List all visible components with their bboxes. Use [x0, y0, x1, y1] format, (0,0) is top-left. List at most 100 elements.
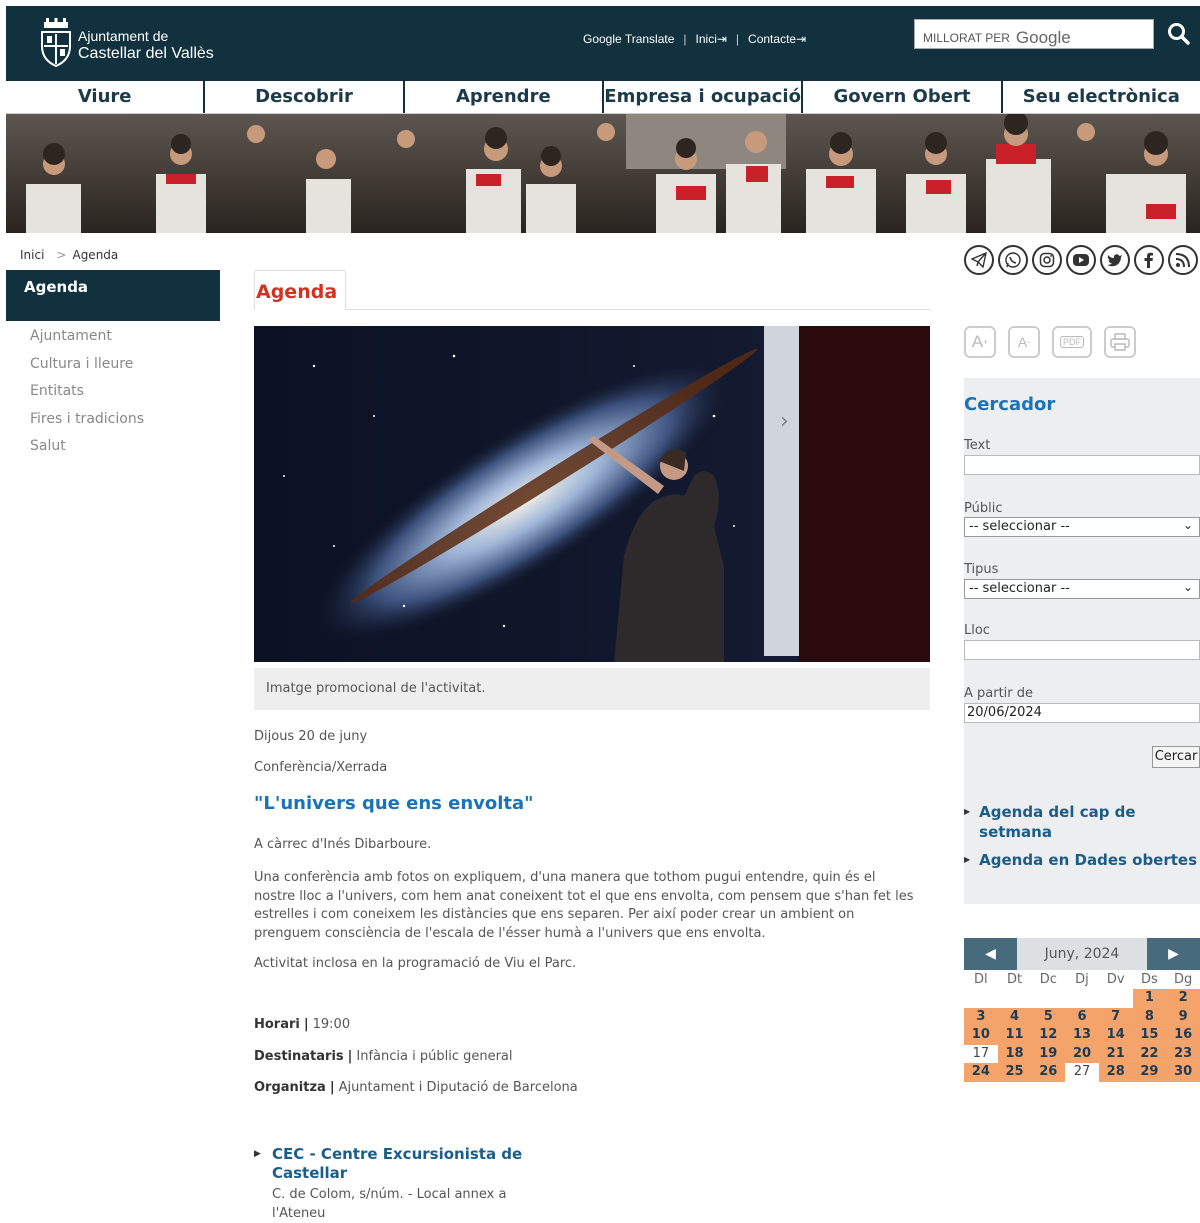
search-button[interactable]: Cercar — [1152, 746, 1200, 768]
calendar-weekday: Dv — [1106, 972, 1125, 987]
calendar-day[interactable]: 23 — [1166, 1044, 1200, 1063]
type-select-value: -- seleccionar -- — [969, 581, 1070, 596]
nav-item-viure[interactable]: Viure — [6, 81, 203, 113]
calendar-day[interactable]: 11 — [997, 1026, 1032, 1045]
double-arrow-icon: ⇥ — [716, 32, 727, 46]
separator: | — [735, 32, 740, 46]
print-icon — [1110, 333, 1130, 351]
calendar-day[interactable]: 13 — [1065, 1026, 1099, 1045]
calendar-day[interactable]: 19 — [1031, 1044, 1066, 1063]
calendar-weekday: Dc — [1039, 972, 1057, 987]
calendar-day[interactable]: 18 — [997, 1044, 1032, 1063]
event-description: Una conferència amb fotos on expliquem, … — [254, 870, 914, 941]
calendar-day[interactable]: 9 — [1166, 1007, 1200, 1026]
text-input[interactable] — [964, 455, 1200, 475]
calendar-empty-cell — [1065, 989, 1099, 1008]
whatsapp-icon[interactable] — [998, 245, 1028, 275]
calendar-day[interactable]: 7 — [1098, 1007, 1133, 1026]
calendar-day[interactable]: 15 — [1132, 1026, 1167, 1045]
calendar-day[interactable]: 1 — [1132, 989, 1167, 1008]
sidebar-title[interactable]: Agenda — [6, 270, 220, 321]
calendar-day[interactable]: 25 — [997, 1063, 1032, 1082]
calendar-prev-button[interactable]: ◀ — [964, 938, 1017, 970]
calendar-day[interactable]: 22 — [1132, 1044, 1167, 1063]
contact-link-label: Contacte — [748, 32, 797, 46]
city-coat-of-arms-logo[interactable] — [36, 18, 76, 68]
site-name[interactable]: Ajuntament de Castellar del Vallès — [78, 28, 214, 62]
calendar-day[interactable]: 21 — [1098, 1044, 1133, 1063]
calendar-day[interactable]: 26 — [1031, 1063, 1066, 1082]
sidebar-item-fires[interactable]: Fires i tradicions — [30, 409, 144, 437]
calendar-day[interactable]: 20 — [1065, 1044, 1099, 1063]
calendar-day[interactable]: 2 — [1166, 989, 1200, 1008]
calendar-day[interactable]: 16 — [1166, 1026, 1200, 1045]
telegram-icon[interactable] — [964, 245, 994, 275]
event-type: Conferència/Xerrada — [254, 760, 388, 775]
type-select[interactable]: -- seleccionar -- ⌄ — [964, 579, 1200, 599]
google-search-input[interactable]: MILLORAT PER Google — [914, 19, 1154, 49]
font-increase-button[interactable]: A + — [964, 326, 996, 358]
banner-photo — [6, 114, 1200, 233]
search-panel: Cercador Text Públic -- seleccionar -- ⌄ … — [964, 378, 1200, 904]
nav-item-empresa[interactable]: Empresa i ocupació — [601, 81, 801, 113]
sidebar-item-salut[interactable]: Salut — [30, 436, 144, 464]
fact-value: Ajuntament i Diputació de Barcelona — [338, 1080, 578, 1095]
calendar-day[interactable]: 8 — [1132, 1007, 1167, 1026]
arrow-left-icon: ◀ — [985, 946, 996, 962]
search-panel-title: Cercador — [964, 394, 1056, 415]
calendar-day[interactable]: 29 — [1132, 1063, 1167, 1082]
calendar-day[interactable]: 6 — [1065, 1007, 1099, 1026]
location-link[interactable]: CEC - Centre Excursionista de Castellar — [272, 1145, 542, 1183]
google-translate-link[interactable]: Google Translate — [583, 32, 674, 46]
breadcrumb-current: Agenda — [72, 248, 119, 262]
calendar-next-button[interactable]: ▶ — [1147, 938, 1200, 970]
from-date-input[interactable]: 20/06/2024 — [964, 703, 1200, 723]
font-decrease-button[interactable]: A- — [1008, 326, 1040, 358]
bullet-triangle-icon: ▶ — [964, 855, 971, 864]
nav-item-descobrir[interactable]: Descobrir — [203, 81, 402, 113]
sidebar-item-cultura[interactable]: Cultura i lleure — [30, 354, 144, 382]
open-data-agenda-link[interactable]: ▶ Agenda en Dades obertes — [964, 850, 1197, 873]
calendar-day[interactable]: 28 — [1098, 1063, 1133, 1082]
calendar-day[interactable]: 5 — [1031, 1007, 1066, 1026]
calendar-empty-cell — [1099, 989, 1133, 1008]
calendar-day[interactable]: 14 — [1098, 1026, 1133, 1045]
event-photo: › — [254, 326, 930, 662]
double-arrow-icon: ⇥ — [796, 32, 807, 46]
search-icon[interactable] — [1166, 21, 1192, 47]
instagram-icon[interactable] — [1032, 245, 1062, 275]
twitter-icon[interactable] — [1100, 245, 1130, 275]
event-date: Dijous 20 de juny — [254, 729, 368, 744]
calendar-day[interactable]: 24 — [964, 1063, 998, 1082]
calendar-day: 27 — [1065, 1063, 1099, 1082]
tab-agenda[interactable]: Agenda — [254, 270, 346, 310]
calendar-day[interactable]: 10 — [964, 1026, 998, 1045]
place-input[interactable] — [964, 640, 1200, 660]
youtube-icon[interactable] — [1066, 245, 1096, 275]
weekend-agenda-link[interactable]: ▶ Agenda del cap de setmana — [964, 802, 1149, 842]
calendar-day[interactable]: 4 — [997, 1007, 1032, 1026]
main-navigation: Viure Descobrir Aprendre Empresa i ocupa… — [6, 81, 1200, 114]
home-link[interactable]: Inici⇥ — [696, 32, 727, 46]
calendar-day[interactable]: 3 — [964, 1007, 998, 1026]
public-select[interactable]: -- seleccionar -- ⌄ — [964, 517, 1200, 537]
sidebar-item-entitats[interactable]: Entitats — [30, 381, 144, 409]
breadcrumb-home[interactable]: Inici — [20, 248, 44, 262]
public-select-value: -- seleccionar -- — [969, 519, 1070, 534]
contact-link[interactable]: Contacte⇥ — [748, 32, 806, 46]
calendar-day[interactable]: 12 — [1031, 1026, 1066, 1045]
event-organizer: Organitza | Ajuntament i Diputació de Barc… — [254, 1080, 578, 1095]
nav-item-aprendre[interactable]: Aprendre — [402, 81, 602, 113]
fact-value: Infància i públic general — [356, 1049, 513, 1064]
print-button[interactable] — [1104, 326, 1136, 358]
public-label: Públic — [964, 501, 1003, 516]
nav-item-seu-electronica[interactable]: Seu electrònica — [1000, 81, 1200, 113]
sidebar-item-ajuntament[interactable]: Ajuntament — [30, 326, 144, 354]
calendar-day[interactable]: 30 — [1166, 1063, 1200, 1082]
facebook-icon[interactable] — [1134, 245, 1164, 275]
rss-icon[interactable] — [1168, 245, 1198, 275]
home-link-label: Inici — [695, 32, 717, 46]
pdf-button[interactable]: PDF — [1052, 326, 1092, 358]
nav-item-govern-obert[interactable]: Govern Obert — [801, 81, 1000, 113]
location-address: C. de Colom, s/núm. - Local annex a l'At… — [272, 1187, 507, 1221]
